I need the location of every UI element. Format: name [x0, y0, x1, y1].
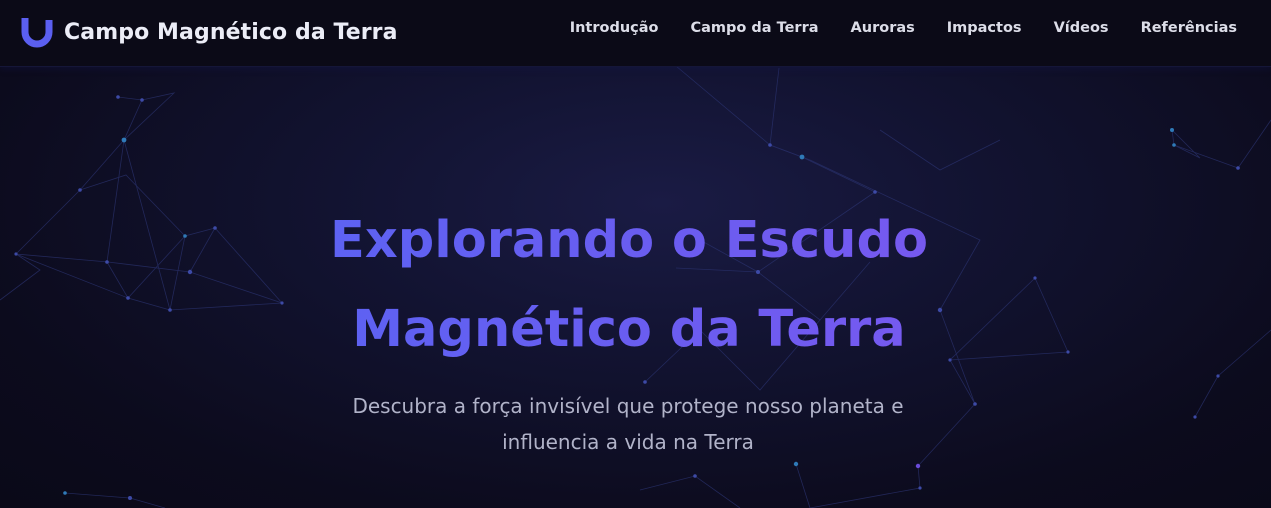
nav-link-campo-da-terra[interactable]: Campo da Terra: [691, 20, 819, 36]
page: Campo Magnético da Terra Introdução Camp…: [0, 0, 1271, 508]
nav-link-introducao[interactable]: Introdução: [570, 20, 659, 36]
nav-link-impactos[interactable]: Impactos: [947, 20, 1022, 36]
hero-subtitle: Descubra a força invisível que protege n…: [318, 388, 938, 460]
hero-section: Explorando o Escudo Magnético da Terra D…: [0, 66, 1271, 508]
hero-title-line-2: Magnético da Terra: [352, 300, 906, 359]
hero-title: Explorando o Escudo Magnético da Terra: [245, 196, 1013, 374]
brand-logo-link[interactable]: Campo Magnético da Terra: [20, 12, 398, 52]
top-navbar: Campo Magnético da Terra Introdução Camp…: [0, 0, 1271, 67]
magnet-icon: [20, 15, 54, 49]
nav-link-auroras[interactable]: Auroras: [851, 20, 915, 36]
hero-subtitle-line-2: influencia a vida na Terra: [502, 430, 754, 454]
brand-title: Campo Magnético da Terra: [64, 19, 398, 45]
main-navigation: Introdução Campo da Terra Auroras Impact…: [570, 20, 1237, 36]
nav-link-videos[interactable]: Vídeos: [1054, 20, 1109, 36]
nav-link-referencias[interactable]: Referências: [1141, 20, 1237, 36]
hero-title-line-1: Explorando o Escudo: [329, 211, 928, 270]
hero-subtitle-line-1: Descubra a força invisível que protege n…: [352, 394, 904, 418]
